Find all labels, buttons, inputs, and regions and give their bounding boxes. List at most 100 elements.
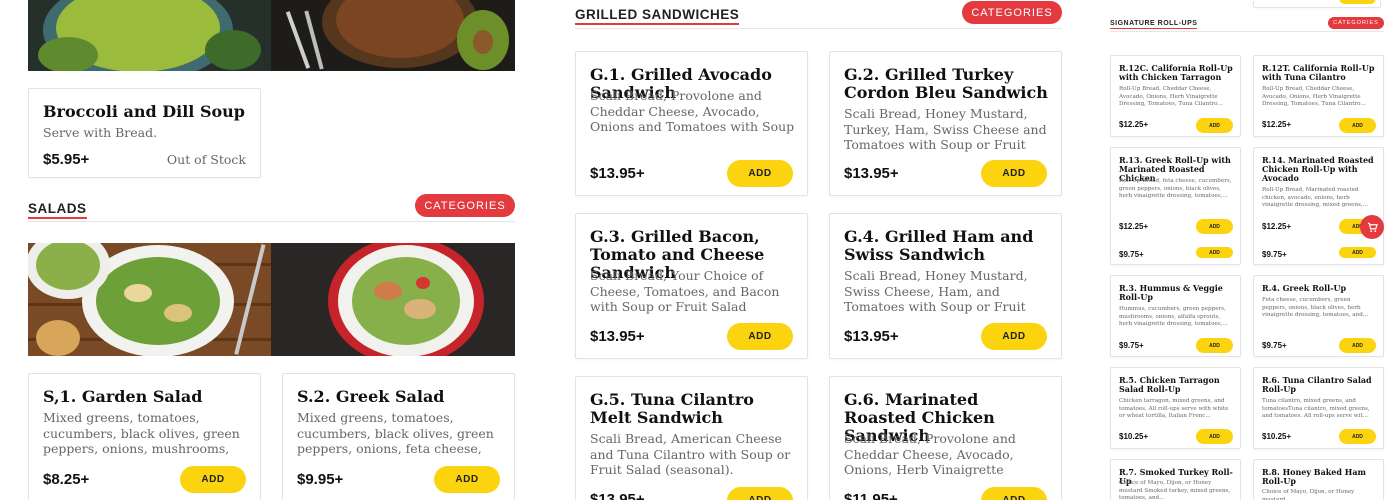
rollup-card-3[interactable]: R.13. Greek Roll-Up with Marinated Roast… [1110,147,1241,265]
sandwich-card-4-add-button[interactable]: ADD [981,323,1047,350]
rollup-card-5[interactable]: R.3. Hummus & Veggie Roll-Up Hummus, cuc… [1110,275,1241,357]
salad-banner-image [28,243,515,356]
sandwich-card-1-desc: Scali Bread, Provolone and Cheddar Chees… [590,88,795,135]
rollup-card-4-title: R.14. Marinated Roasted Chicken Roll-Up … [1262,155,1374,184]
rollup-card-8-price: $10.25+ [1262,432,1292,441]
rollup-card-6-price: $9.75+ [1262,341,1287,350]
salad-card-1[interactable]: S,1. Garden Salad Mixed greens, tomatoes… [28,373,261,500]
sandwiches-divider [575,28,1062,29]
salad-card-2-price: $9.95+ [297,471,344,488]
sandwich-card-4-title: G.4. Grilled Ham and Swiss Sandwich [844,227,1034,264]
rollups-section-title: SIGNATURE ROLL-UPS [1110,20,1198,29]
rollup-card-2-price: $12.25+ [1262,120,1292,129]
rollup-partial-add-right[interactable]: ADD [1339,247,1376,258]
rollup-card-9-desc: Choice of Mayo, Dijon, or Honey mustard … [1119,480,1231,500]
rollup-card-5-price: $9.75+ [1119,341,1144,350]
rollup-card-5-add-button[interactable]: ADD [1196,338,1233,353]
sandwich-card-6-desc: Scali Bread, Provolone and Cheddar Chees… [844,431,1016,478]
sandwich-card-2-desc: Scali Bread, Honey Mustard, Turkey, Ham,… [844,106,1047,153]
rollup-card-6-desc: Feta cheese, cucumbers, green peppers, o… [1262,297,1369,319]
rollup-card-2[interactable]: R.12T. California Roll-Up with Tuna Cila… [1253,55,1384,137]
rollup-card-8[interactable]: R.6. Tuna Cilantro Salad Roll-Up Tuna ci… [1253,367,1384,449]
rollup-card-7-add-button[interactable]: ADD [1196,429,1233,444]
rollup-card-10-title: R.8. Honey Baked Ham Roll-Up [1262,467,1366,487]
rollup-card-7-desc: Chicken tarragon, mixed greens, and toma… [1119,398,1229,420]
sandwiches-categories-button[interactable]: CATEGORIES [962,1,1062,24]
rollup-card-1[interactable]: R.12C. California Roll-Up with Chicken T… [1110,55,1241,137]
cart-button[interactable] [1360,215,1384,239]
rollups-categories-button[interactable]: CATEGORIES [1328,17,1384,29]
rollup-card-6[interactable]: R.4. Greek Roll-Up Feta cheese, cucumber… [1253,275,1384,357]
salad-banner-art [28,243,515,356]
soup-card-title: Broccoli and Dill Soup [43,102,245,121]
rollup-card-10[interactable]: R.8. Honey Baked Ham Roll-Up Choice of M… [1253,459,1384,500]
salads-categories-button[interactable]: CATEGORIES [415,194,515,217]
sandwich-card-5-price: $13.95+ [590,491,645,500]
salad-card-2-add-button[interactable]: ADD [434,466,500,493]
rollup-card-4-desc: Roll-Up Bread, Marinated roasted chicken… [1262,187,1369,209]
soup-banner-image [28,0,515,71]
sandwich-card-3-add-button[interactable]: ADD [727,323,793,350]
sandwich-card-2-add-button[interactable]: ADD [981,160,1047,187]
cart-icon [1367,222,1378,232]
sandwich-card-4-desc: Scali Bread, Honey Mustard, Swiss Cheese… [844,268,1028,315]
rollup-card-2-add-button[interactable]: ADD [1339,118,1376,133]
salad-card-2-title: S.2. Greek Salad [297,387,445,406]
rollup-card-5-desc: Hummus, cucumbers, green peppers, mushro… [1119,306,1228,328]
salad-card-2[interactable]: S.2. Greek Salad Mixed greens, tomatoes,… [282,373,515,500]
soup-card-status: Out of Stock [166,152,246,167]
rollup-card-7-price: $10.25+ [1119,432,1149,441]
sandwich-card-4[interactable]: G.4. Grilled Ham and Swiss Sandwich Scal… [829,213,1062,359]
rollup-partial-add-left[interactable]: ADD [1196,247,1233,258]
rollup-card-4-price: $12.25+ [1262,222,1292,231]
soup-card-price: $5.95+ [43,151,90,168]
sandwich-card-2-price: $13.95+ [844,165,899,182]
rollup-card-3-add-button[interactable]: ADD [1196,219,1233,234]
sandwich-card-6-price: $11.95+ [844,491,898,500]
rollup-card-1-desc: Roll-Up Bread, Cheddar Cheese, Avocado, … [1119,86,1223,108]
sandwich-card-4-price: $13.95+ [844,328,899,345]
salads-section-title: SALADS [28,201,87,219]
rollup-card-7-title: R.5. Chicken Tarragon Salad Roll-Up [1119,375,1220,395]
sandwich-card-5-desc: Scali Bread, American Cheese and Tuna Ci… [590,431,791,478]
rollup-card-1-add-button[interactable]: ADD [1196,118,1233,133]
soup-banner-art [28,0,515,71]
rollup-card-2-desc: Roll-Up Bread, Cheddar Cheese, Avocado, … [1262,86,1366,108]
sandwiches-section-title: GRILLED SANDWICHES [575,7,740,25]
soup-card[interactable]: Broccoli and Dill Soup Serve with Bread.… [28,88,261,178]
sandwich-card-5-title: G.5. Tuna Cilantro Melt Sandwich [590,390,754,427]
rollup-card-8-desc: Tuna cilantro, mixed greens, and tomatoe… [1262,398,1370,420]
rollup-card-7[interactable]: R.5. Chicken Tarragon Salad Roll-Up Chic… [1110,367,1241,449]
sandwich-card-2[interactable]: G.2. Grilled Turkey Cordon Bleu Sandwich… [829,51,1062,196]
rollup-card-8-title: R.6. Tuna Cilantro Salad Roll-Up [1262,375,1372,395]
sandwich-card-3-desc: Scali Bread, Your Choice of Cheese, Toma… [590,268,780,315]
sandwich-card-3[interactable]: G.3. Grilled Bacon, Tomato and Cheese Sa… [575,213,808,359]
rollup-partial-price-left: $9.75+ [1119,250,1144,259]
salad-card-1-price: $8.25+ [43,471,90,488]
sandwich-card-1[interactable]: G.1. Grilled Avocado Sandwich Scali Brea… [575,51,808,196]
rollup-card-9[interactable]: R.7. Smoked Turkey Roll-Up Choice of May… [1110,459,1241,500]
rollup-card-6-add-button[interactable]: ADD [1339,338,1376,353]
sandwich-card-1-add-button[interactable]: ADD [727,160,793,187]
sandwich-card-6-add-button[interactable]: ADD [981,487,1047,500]
sandwich-card-6[interactable]: G.6. Marinated Roasted Chicken Sandwich … [829,376,1062,500]
sandwich-card-3-price: $13.95+ [590,328,645,345]
sandwich-card-5-add-button[interactable]: ADD [727,487,793,500]
rollup-card-6-title: R.4. Greek Roll-Up [1262,283,1347,293]
rollup-partial-price-right: $9.75+ [1262,250,1287,259]
soup-card-desc: Serve with Bread. [43,125,158,140]
sandwich-card-2-title: G.2. Grilled Turkey Cordon Bleu Sandwich [844,65,1048,102]
salad-card-1-desc: Mixed greens, tomatoes, cucumbers, black… [43,410,240,457]
rollup-prev-add-button[interactable] [1339,0,1376,4]
rollup-card-4[interactable]: R.14. Marinated Roasted Chicken Roll-Up … [1253,147,1384,265]
rollup-card-3-price: $12.25+ [1119,222,1149,231]
rollup-prev-card-right [1253,0,1381,8]
rollup-card-2-title: R.12T. California Roll-Up with Tuna Cila… [1262,63,1375,83]
salad-card-1-add-button[interactable]: ADD [180,466,246,493]
rollup-card-10-desc: Choice of Mayo, Dijon, or Honey mustard.… [1262,489,1355,500]
rollup-card-1-title: R.12C. California Roll-Up with Chicken T… [1119,63,1233,83]
sandwich-card-5[interactable]: G.5. Tuna Cilantro Melt Sandwich Scali B… [575,376,808,500]
rollup-card-1-price: $12.25+ [1119,120,1149,129]
rollup-card-5-title: R.3. Hummus & Veggie Roll-Up [1119,283,1223,303]
rollup-card-8-add-button[interactable]: ADD [1339,429,1376,444]
